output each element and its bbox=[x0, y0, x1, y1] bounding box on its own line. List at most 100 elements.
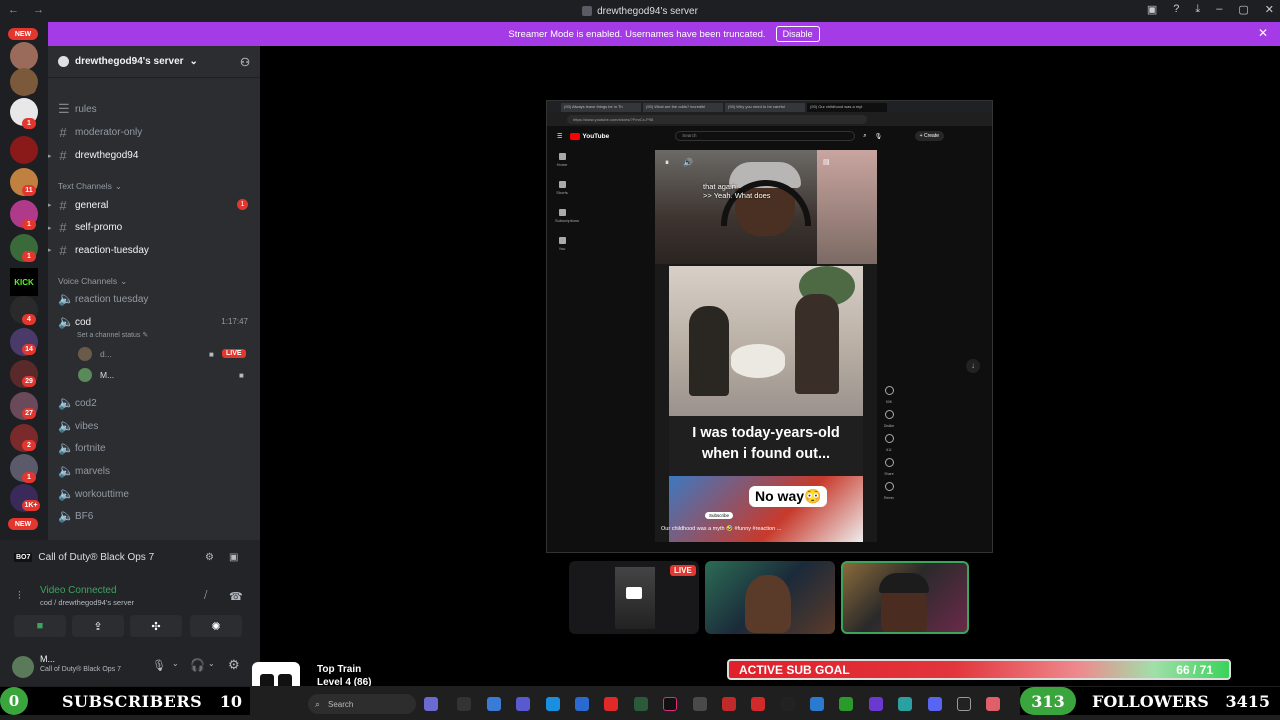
pause-icon[interactable]: ⏸ bbox=[665, 158, 669, 168]
channel-status[interactable]: Set a channel status ✎ bbox=[77, 331, 148, 339]
activities-button[interactable]: ✣ bbox=[130, 615, 182, 637]
store-icon[interactable] bbox=[575, 697, 589, 711]
nav-shorts[interactable]: Shorts bbox=[555, 181, 569, 195]
browser-tab[interactable]: (93) What are the odds? incredibl bbox=[643, 103, 723, 112]
app-icon[interactable] bbox=[869, 697, 883, 711]
close-window-icon[interactable]: ✕ bbox=[1265, 3, 1274, 16]
app-icon[interactable] bbox=[424, 697, 438, 711]
soundboard-button[interactable]: ✺ bbox=[190, 615, 242, 637]
comment-icon[interactable] bbox=[884, 434, 894, 443]
category-text-channels[interactable]: Text Channels ⌄ bbox=[58, 181, 122, 192]
category-voice-channels[interactable]: Voice Channels ⌄ bbox=[58, 276, 127, 287]
microphone-icon[interactable]: 🎙 bbox=[152, 659, 166, 672]
nvidia-icon[interactable] bbox=[839, 697, 853, 711]
server-avatar[interactable] bbox=[10, 136, 38, 164]
chevron-down-icon[interactable]: ⌄ bbox=[172, 659, 179, 668]
app-icon[interactable] bbox=[781, 697, 795, 711]
dislike-icon[interactable] bbox=[884, 410, 894, 419]
disconnect-icon[interactable]: ☎ bbox=[229, 590, 243, 603]
kick-server[interactable]: KICK bbox=[10, 268, 38, 296]
voice-member[interactable]: d... bbox=[78, 346, 112, 362]
video-button[interactable]: ■ bbox=[14, 615, 66, 637]
close-banner-icon[interactable]: ✕ bbox=[1258, 26, 1268, 40]
share-screen-button[interactable]: ⇪ bbox=[72, 615, 124, 637]
stream-icon[interactable]: ▣ bbox=[229, 552, 238, 563]
shared-screen-browser[interactable]: (93) Always leave things be in Th (93) W… bbox=[546, 100, 993, 553]
chevron-down-icon[interactable]: ⌄ bbox=[208, 659, 215, 668]
channel-self-promo[interactable]: # self-promo bbox=[58, 218, 122, 236]
channel-general[interactable]: # general bbox=[58, 196, 108, 214]
channel-moderator-only[interactable]: # moderator-only bbox=[58, 123, 142, 141]
search-icon[interactable]: ⌕ bbox=[863, 133, 866, 140]
voice-channel-fortnite[interactable]: 🔈 fortnite bbox=[58, 439, 106, 457]
youtube-logo[interactable]: YouTube bbox=[570, 132, 609, 140]
app-icon[interactable] bbox=[751, 697, 765, 711]
app-icon[interactable] bbox=[722, 697, 736, 711]
maximize-icon[interactable]: ▢ bbox=[1238, 3, 1248, 16]
volume-icon[interactable]: 🔊 bbox=[683, 158, 693, 167]
youtube-search-input[interactable]: Search bbox=[675, 131, 856, 141]
nav-you[interactable]: You bbox=[555, 237, 569, 251]
remix-icon[interactable] bbox=[884, 482, 894, 491]
voice-channel-marvels[interactable]: 🔈 marvels bbox=[58, 462, 110, 480]
discord-icon[interactable] bbox=[928, 697, 942, 711]
voice-channel-vibes[interactable]: 🔈 vibes bbox=[58, 417, 98, 435]
participant-tile-speaking[interactable] bbox=[841, 561, 969, 634]
browser-tab[interactable]: (93) Why you need to be careful bbox=[725, 103, 805, 112]
mic-icon[interactable]: 🎙 bbox=[875, 133, 883, 140]
short-title[interactable]: Our childhood was a myth 🤣 #funny #react… bbox=[661, 526, 781, 532]
nav-home[interactable]: Home bbox=[555, 153, 569, 167]
server-avatar[interactable] bbox=[10, 42, 38, 70]
voice-channel-workouttime[interactable]: 🔈 workouttime bbox=[58, 485, 129, 503]
teams-icon[interactable] bbox=[516, 697, 530, 711]
next-video-arrow-icon[interactable]: ↓ bbox=[966, 359, 980, 373]
voice-member[interactable]: M... bbox=[78, 367, 114, 383]
tiktok-icon[interactable] bbox=[663, 697, 677, 711]
avatar[interactable] bbox=[12, 656, 34, 678]
voice-channel-cod2[interactable]: 🔈 cod2 bbox=[58, 394, 97, 412]
inbox-icon[interactable]: ▣ bbox=[1147, 3, 1157, 16]
download-icon[interactable]: ⤓ bbox=[1195, 3, 1200, 16]
app-icon[interactable] bbox=[693, 697, 707, 711]
voice-channel-bf6[interactable]: 🔈 BF6 bbox=[58, 507, 93, 525]
channel-rules[interactable]: ☰ rules bbox=[58, 100, 97, 118]
help-icon[interactable]: ? bbox=[1173, 3, 1179, 16]
voice-status[interactable]: Video Connected bbox=[40, 585, 117, 596]
captions-icon[interactable]: ▤ bbox=[823, 158, 830, 166]
settings-gear-icon[interactable]: ⚙ bbox=[228, 657, 240, 673]
voice-channel-cod[interactable]: 🔈 cod bbox=[58, 313, 91, 331]
edge-icon[interactable] bbox=[546, 697, 560, 711]
voice-channel-reaction-tuesday[interactable]: 🔈 reaction tuesday bbox=[58, 290, 148, 308]
youtube-short-player[interactable]: ⏸ 🔊 ▤ that again. >> Yeah. What does I wa… bbox=[655, 150, 877, 542]
back-arrow-icon[interactable]: ← bbox=[8, 4, 19, 16]
browser-tab-active[interactable]: (93) Our childhood was a myt bbox=[807, 103, 887, 112]
server-header[interactable]: drewthegod94's server ⌄ ⚇ bbox=[48, 46, 260, 78]
channel-drewthegod94[interactable]: # drewthegod94 bbox=[58, 146, 138, 164]
activity-settings-icon[interactable]: ⚙ bbox=[205, 552, 214, 563]
app-icon[interactable] bbox=[986, 697, 1000, 711]
participant-tile-webcam[interactable] bbox=[705, 561, 835, 634]
subscribe-button[interactable]: Subscribe bbox=[705, 512, 734, 519]
youtube-icon[interactable] bbox=[604, 697, 618, 711]
app-icon[interactable] bbox=[957, 697, 971, 711]
excel-icon[interactable] bbox=[634, 697, 648, 711]
menu-icon[interactable]: ☰ bbox=[557, 133, 562, 140]
headphones-icon[interactable]: 🎧 bbox=[190, 658, 205, 672]
copilot-icon[interactable] bbox=[487, 697, 501, 711]
create-button[interactable]: + Create bbox=[914, 131, 944, 141]
server-avatar[interactable] bbox=[10, 68, 38, 96]
share-icon[interactable] bbox=[884, 458, 894, 467]
like-icon[interactable] bbox=[884, 386, 894, 395]
taskbar-search[interactable]: ⌕ Search bbox=[308, 694, 416, 714]
minimize-icon[interactable]: – bbox=[1216, 3, 1222, 16]
app-icon[interactable] bbox=[898, 697, 912, 711]
nav-subscriptions[interactable]: Subscriptions bbox=[555, 209, 579, 223]
noise-suppression-icon[interactable]: ⧸ bbox=[204, 590, 207, 601]
browser-tab[interactable]: (93) Always leave things be in Th bbox=[561, 103, 641, 112]
task-view-icon[interactable] bbox=[457, 697, 471, 711]
url-field[interactable]: https://www.youtube.com/shorts/?FmrCx-P9… bbox=[567, 114, 867, 124]
add-member-icon[interactable]: ⚇ bbox=[240, 56, 250, 69]
app-icon[interactable] bbox=[810, 697, 824, 711]
disable-streamer-mode-button[interactable]: Disable bbox=[775, 26, 820, 42]
forward-arrow-icon[interactable]: → bbox=[33, 4, 44, 16]
